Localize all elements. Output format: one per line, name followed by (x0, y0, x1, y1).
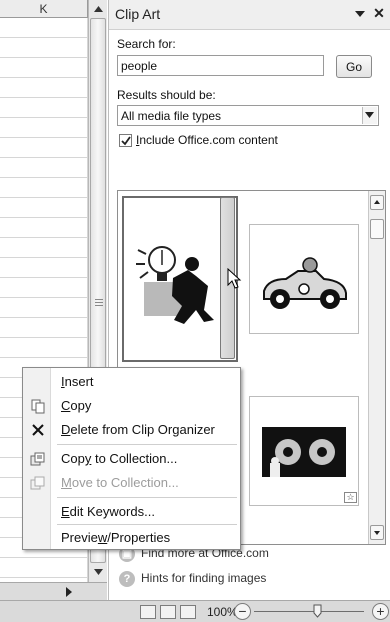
gears-people-clipart-icon (262, 427, 346, 477)
close-icon[interactable]: ✕ (372, 5, 386, 21)
menu-item-move-to-collection: Move to Collection... (23, 471, 240, 495)
page-break-view-icon[interactable] (180, 605, 196, 619)
results-scroll-thumb[interactable] (370, 219, 384, 239)
checkmark-icon (121, 136, 131, 146)
menu-item-delete[interactable]: Delete from Clip Organizer (23, 418, 240, 442)
results-scroll-up-button[interactable] (370, 195, 384, 210)
page-layout-view-icon[interactable] (160, 605, 176, 619)
copy-icon (31, 399, 45, 414)
media-type-dropdown-button[interactable] (362, 107, 377, 124)
menu-separator (57, 497, 237, 498)
move-to-collection-icon (30, 476, 45, 490)
results-label: Results should be: (117, 88, 216, 102)
normal-view-icon[interactable] (140, 605, 156, 619)
zoom-slider-track[interactable] (254, 611, 364, 612)
zoom-in-icon[interactable]: + (372, 603, 389, 620)
menu-item-label: Edit Keywords... (61, 504, 155, 519)
grip-icon (95, 299, 103, 307)
menu-item-label: Copy to Collection... (61, 451, 178, 466)
media-type-select[interactable]: All media file types (117, 105, 379, 126)
menu-item-copy-to-collection[interactable]: Copy to Collection... (23, 447, 240, 471)
media-type-value: All media file types (121, 109, 222, 123)
scroll-down-arrow-icon[interactable] (92, 565, 105, 579)
status-bar: 100% − + (0, 600, 390, 622)
column-header-k[interactable]: K (0, 0, 88, 18)
menu-item-label: Copy (61, 398, 92, 413)
scroll-right-arrow-icon[interactable] (64, 586, 74, 598)
include-label-rest: nclude Office.com content (139, 133, 278, 147)
search-input[interactable] (117, 55, 324, 76)
include-office-label[interactable]: Include Office.com content (136, 133, 278, 147)
zoom-out-icon[interactable]: − (234, 603, 251, 620)
mouse-pointer-icon (227, 268, 242, 289)
menu-item-insert[interactable]: Insert (23, 370, 240, 394)
menu-item-copy[interactable]: Copy (23, 394, 240, 418)
results-scrollbar[interactable] (368, 191, 385, 544)
scroll-up-arrow-icon[interactable] (92, 2, 105, 16)
menu-item-label: Insert (61, 374, 94, 389)
context-menu: Insert Copy Delete from Clip Organizer C… (22, 367, 241, 550)
menu-item-label: Move to Collection... (61, 475, 179, 490)
pane-title-bar: Clip Art ✕ (109, 0, 390, 30)
star-badge-icon: ☆ (344, 492, 357, 503)
go-button[interactable]: Go (336, 55, 372, 78)
chevron-down-icon (365, 112, 374, 118)
menu-item-preview-properties[interactable]: Preview/Properties (23, 526, 240, 550)
pane-options-dropdown-icon[interactable] (354, 9, 366, 19)
help-icon: ? (119, 571, 135, 587)
results-scroll-down-button[interactable] (370, 525, 384, 540)
delete-x-icon (32, 424, 44, 436)
search-label: Search for: (117, 37, 176, 51)
menu-separator (57, 524, 237, 525)
clip-item-race-car[interactable] (249, 224, 359, 334)
hints-link[interactable]: Hints for finding images (141, 571, 266, 585)
copy-to-collection-icon (30, 452, 45, 466)
menu-item-label: Delete from Clip Organizer (61, 422, 215, 437)
sheet-tab-scroll[interactable] (0, 582, 107, 600)
chevron-up-icon (374, 200, 380, 204)
menu-separator (57, 444, 237, 445)
clip-item-gears-people[interactable]: ☆ (249, 396, 359, 506)
zoom-slider-thumb[interactable] (313, 604, 322, 618)
pane-title: Clip Art (115, 6, 161, 22)
menu-item-edit-keywords[interactable]: Edit Keywords... (23, 500, 240, 524)
chevron-down-icon (374, 531, 380, 535)
include-office-checkbox[interactable] (119, 134, 132, 147)
race-car-clipart-icon (263, 257, 347, 309)
menu-item-label: Preview/Properties (61, 530, 171, 545)
